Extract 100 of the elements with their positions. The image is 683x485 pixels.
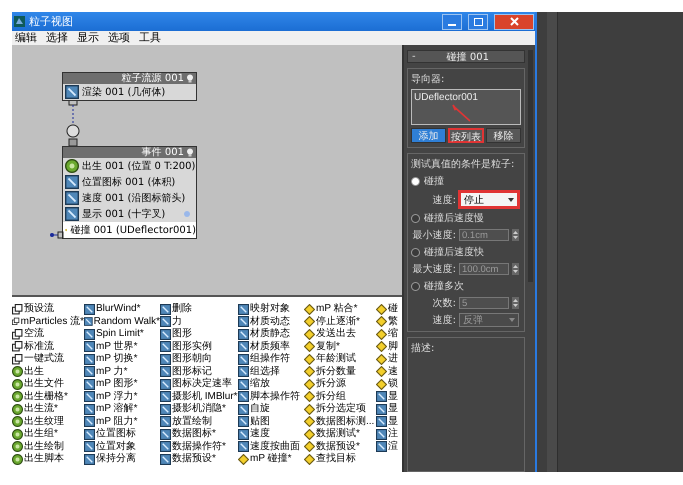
list-item[interactable]: UDeflector001	[414, 92, 478, 103]
depot-item[interactable]: 繁	[376, 316, 402, 328]
depot-item[interactable]: 复制*	[304, 340, 376, 353]
depot-item[interactable]: 数据图标测...	[304, 416, 376, 428]
depot-item[interactable]: mP 阻力*	[84, 416, 160, 428]
depot-item[interactable]: 发送出去	[304, 328, 376, 340]
depot-item[interactable]: 删除	[160, 303, 238, 316]
depot-item[interactable]: mP 溶解*	[84, 403, 160, 416]
depot-item[interactable]: 进	[376, 353, 402, 366]
depot-item[interactable]: 出生流*	[12, 403, 84, 416]
depot-item[interactable]: 材质静态	[238, 328, 304, 340]
spinner-arrows-icon[interactable]	[512, 297, 519, 309]
operator-row[interactable]: 速度 001 (沿图标箭头)	[63, 190, 196, 206]
depot-item[interactable]: 注	[376, 428, 402, 440]
depot-item[interactable]: mP 切换*	[84, 353, 160, 366]
depot-item[interactable]: 位置对象	[84, 440, 160, 453]
depot-item[interactable]: Random Walk*	[84, 316, 160, 328]
depot-item[interactable]: 出生脚本	[12, 453, 84, 466]
radio-button[interactable]	[411, 282, 420, 290]
depot-item[interactable]: 查找目标	[304, 453, 376, 466]
depot-item[interactable]: 图形实例	[160, 340, 238, 353]
depot-item[interactable]: 显	[376, 403, 402, 416]
depot-item[interactable]: 图形	[160, 328, 238, 340]
depot-item[interactable]: 停止逐渐*	[304, 316, 376, 328]
depot-item[interactable]: 缩放	[238, 378, 304, 390]
depot-item[interactable]: 数据图标*	[160, 428, 238, 440]
depot-item[interactable]: 数据预设*	[304, 440, 376, 453]
panel-button[interactable]: 添加	[411, 128, 446, 143]
depot-item[interactable]: 力	[160, 316, 238, 328]
operator-row[interactable]: 位置图标 001 (体积)	[63, 174, 196, 190]
bulb-icon[interactable]	[186, 74, 194, 83]
depot-item[interactable]: 显	[376, 416, 402, 428]
menu-item[interactable]: 工具	[136, 31, 167, 45]
depot-item[interactable]: 组操作符	[238, 353, 304, 366]
depot-item[interactable]: 锁	[376, 378, 402, 390]
depot-item[interactable]: 映射对象	[238, 303, 304, 316]
menu-item[interactable]: 编辑	[12, 31, 43, 45]
depot-item[interactable]: 组选择	[238, 366, 304, 378]
depot-item[interactable]: 碰	[376, 303, 402, 316]
operator-row[interactable]: 渲染 001 (几何体)	[63, 84, 196, 100]
depot-item[interactable]: 保持分离	[84, 453, 160, 466]
depot-item[interactable]: 一键式流	[12, 353, 84, 366]
depot-item[interactable]: 出生组*	[12, 428, 84, 440]
depot-item[interactable]: 摄影机 IMBlur*	[160, 390, 238, 403]
depot-item[interactable]: 出生栅格*	[12, 390, 84, 403]
depot-item[interactable]: 位置图标	[84, 428, 160, 440]
maximize-button[interactable]	[468, 14, 488, 30]
depot-item[interactable]: mP 碰撞*	[238, 453, 304, 466]
depot-item[interactable]: 自旋	[238, 403, 304, 416]
depot-item[interactable]: mP 粘合*	[304, 303, 376, 316]
depot-item[interactable]: 出生文件	[12, 378, 84, 390]
depot-item[interactable]: 摄影机消隐*	[160, 403, 238, 416]
depot-item[interactable]: 空流	[12, 328, 84, 340]
depot-item[interactable]: 图标决定速率	[160, 378, 238, 390]
depot-item[interactable]: 材质频率	[238, 340, 304, 353]
menu-item[interactable]: 选项	[105, 31, 136, 45]
spinner-arrows-icon[interactable]	[512, 229, 519, 241]
dropdown[interactable]: 停止	[459, 191, 519, 208]
depot-item[interactable]: 放置绘制	[160, 416, 238, 428]
depot-item[interactable]: 速	[376, 366, 402, 378]
depot-item[interactable]: mP 浮力*	[84, 390, 160, 403]
spinner-arrows-icon[interactable]	[512, 263, 519, 275]
depot-item[interactable]: 数据预设*	[160, 453, 238, 466]
depot-item[interactable]: 贴图	[238, 416, 304, 428]
depot-item[interactable]: 拆分组	[304, 390, 376, 403]
event-node[interactable]: 事件 001 出生 001 (位置 0 T:200) 位置图标 001 (体积) 速度 001 (沿图标箭头) 显示 001 (十字叉) 碰撞 001 (UDeflector001)	[62, 146, 197, 239]
radio-button[interactable]	[411, 214, 420, 222]
depot-item[interactable]: 图形标记	[160, 366, 238, 378]
minimize-button[interactable]	[442, 14, 462, 30]
depot-item[interactable]: mP 力*	[84, 366, 160, 378]
operator-row[interactable]: 显示 001 (十字叉)	[63, 206, 196, 222]
depot-item[interactable]: 图形朝向	[160, 353, 238, 366]
depot-item[interactable]: 材质动态	[238, 316, 304, 328]
operator-row[interactable]: 碰撞 001 (UDeflector001)	[63, 222, 196, 238]
source-node[interactable]: 粒子流源 001 渲染 001 (几何体)	[62, 72, 197, 101]
panel-button[interactable]: 移除	[486, 128, 522, 143]
depot-item[interactable]: 脚本操作符	[238, 390, 304, 403]
depot-item[interactable]: 显	[376, 390, 402, 403]
depot-item[interactable]: 出生	[12, 366, 84, 378]
radio-button[interactable]	[411, 248, 420, 256]
depot-item[interactable]: 速度按曲面	[238, 440, 304, 453]
radio-button[interactable]	[411, 176, 420, 186]
deflector-list[interactable]: UDeflector001	[411, 89, 521, 125]
depot-item[interactable]: 渲	[376, 440, 402, 453]
depot-item[interactable]: 标准流	[12, 340, 84, 353]
depot-item[interactable]: 年龄测试	[304, 353, 376, 366]
depot-item[interactable]: 缩	[376, 328, 402, 340]
depot-item[interactable]: mP 图形*	[84, 378, 160, 390]
panel-button[interactable]: 按列表	[448, 128, 484, 143]
rollout-header[interactable]: - 碰撞 001	[407, 50, 525, 63]
depot-item[interactable]: 预设流	[12, 303, 84, 316]
depot-item[interactable]: 脚	[376, 340, 402, 353]
bulb-icon[interactable]	[186, 148, 194, 157]
menu-item[interactable]: 选择	[43, 31, 74, 45]
depot-item[interactable]: 数据操作符*	[160, 440, 238, 453]
depot-item[interactable]: 数据测试*	[304, 428, 376, 440]
operator-row[interactable]: 出生 001 (位置 0 T:200)	[63, 158, 196, 174]
depot-item[interactable]: 拆分选定项	[304, 403, 376, 416]
menu-item[interactable]: 显示	[74, 31, 105, 45]
close-button[interactable]	[494, 14, 534, 30]
